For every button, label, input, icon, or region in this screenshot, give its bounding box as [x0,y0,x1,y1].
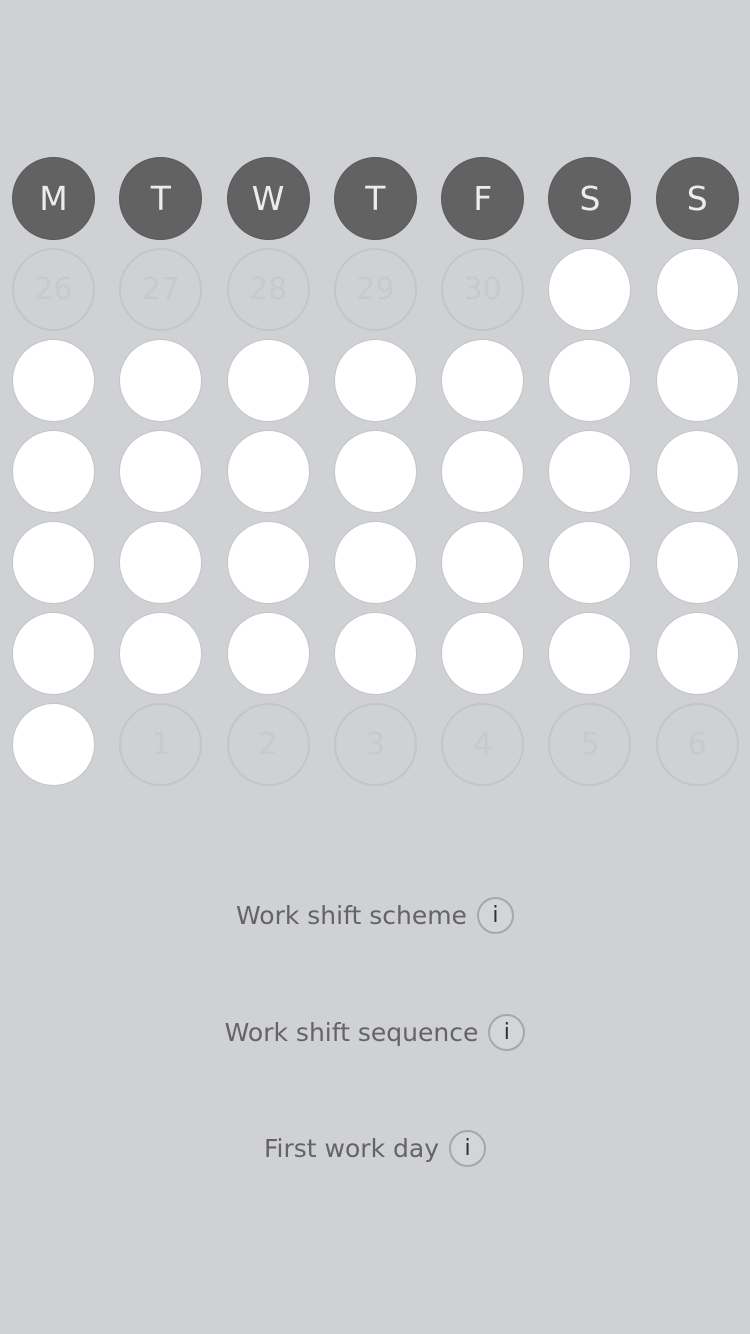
calendar-day[interactable] [119,339,203,422]
calendar-day[interactable] [119,430,203,513]
weekday-header: F [441,157,525,240]
calendar-day[interactable] [12,612,95,695]
first-work-day-row[interactable]: First work day i [0,1130,750,1167]
calendar-day[interactable] [548,248,632,331]
calendar-day[interactable] [655,339,739,422]
calendar-day[interactable] [441,612,525,695]
work-shift-sequence-row[interactable]: Work shift sequence i [0,1014,750,1051]
calendar-day-outside-month: 2 [226,703,310,786]
weekday-header: T [333,157,417,240]
work-shift-sequence-label[interactable]: Work shift sequence [225,1018,479,1047]
calendar-day-outside-month: 6 [655,703,739,786]
work-shift-scheme-label[interactable]: Work shift scheme [236,901,467,930]
info-icon[interactable]: i [476,897,514,934]
weekday-header: M [12,157,95,240]
first-work-day-label[interactable]: First work day [264,1134,439,1163]
calendar-grid: M T W T F S S 26 27 28 29 30 1 2 3 4 5 6 [12,157,739,786]
info-icon[interactable]: i [488,1014,526,1051]
calendar-day[interactable] [333,430,417,513]
weekday-header: S [548,157,632,240]
calendar-day[interactable] [333,612,417,695]
calendar-day[interactable] [226,339,310,422]
calendar-day[interactable] [226,430,310,513]
calendar-day-outside-month: 30 [441,248,525,331]
calendar-day[interactable] [119,612,203,695]
work-shift-scheme-row[interactable]: Work shift scheme i [0,897,750,934]
calendar-day[interactable] [441,430,525,513]
app-screen: M T W T F S S 26 27 28 29 30 1 2 3 4 5 6 Work shift schem… [0,0,750,1334]
calendar-day[interactable] [655,612,739,695]
calendar-day[interactable] [12,703,95,786]
calendar-day-outside-month: 26 [12,248,95,331]
weekday-header: T [119,157,203,240]
calendar-day[interactable] [226,521,310,604]
calendar-day[interactable] [548,430,632,513]
calendar-day[interactable] [12,339,95,422]
calendar-day[interactable] [333,521,417,604]
calendar-day[interactable] [548,339,632,422]
calendar-day[interactable] [655,430,739,513]
weekday-header: W [226,157,310,240]
calendar-day-outside-month: 3 [333,703,417,786]
calendar-day[interactable] [441,339,525,422]
calendar-day-outside-month: 5 [548,703,632,786]
calendar-day[interactable] [655,248,739,331]
calendar-day[interactable] [655,521,739,604]
calendar-day-outside-month: 28 [226,248,310,331]
calendar-day[interactable] [441,521,525,604]
calendar-day-outside-month: 27 [119,248,203,331]
calendar-day-outside-month: 1 [119,703,203,786]
calendar-day[interactable] [119,521,203,604]
calendar-day[interactable] [226,612,310,695]
calendar-day-outside-month: 29 [333,248,417,331]
calendar-day[interactable] [548,612,632,695]
calendar-day[interactable] [12,521,95,604]
weekday-header: S [655,157,739,240]
calendar-day-outside-month: 4 [441,703,525,786]
calendar-day[interactable] [333,339,417,422]
calendar-day[interactable] [12,430,95,513]
calendar-day[interactable] [548,521,632,604]
info-icon[interactable]: i [449,1130,486,1167]
